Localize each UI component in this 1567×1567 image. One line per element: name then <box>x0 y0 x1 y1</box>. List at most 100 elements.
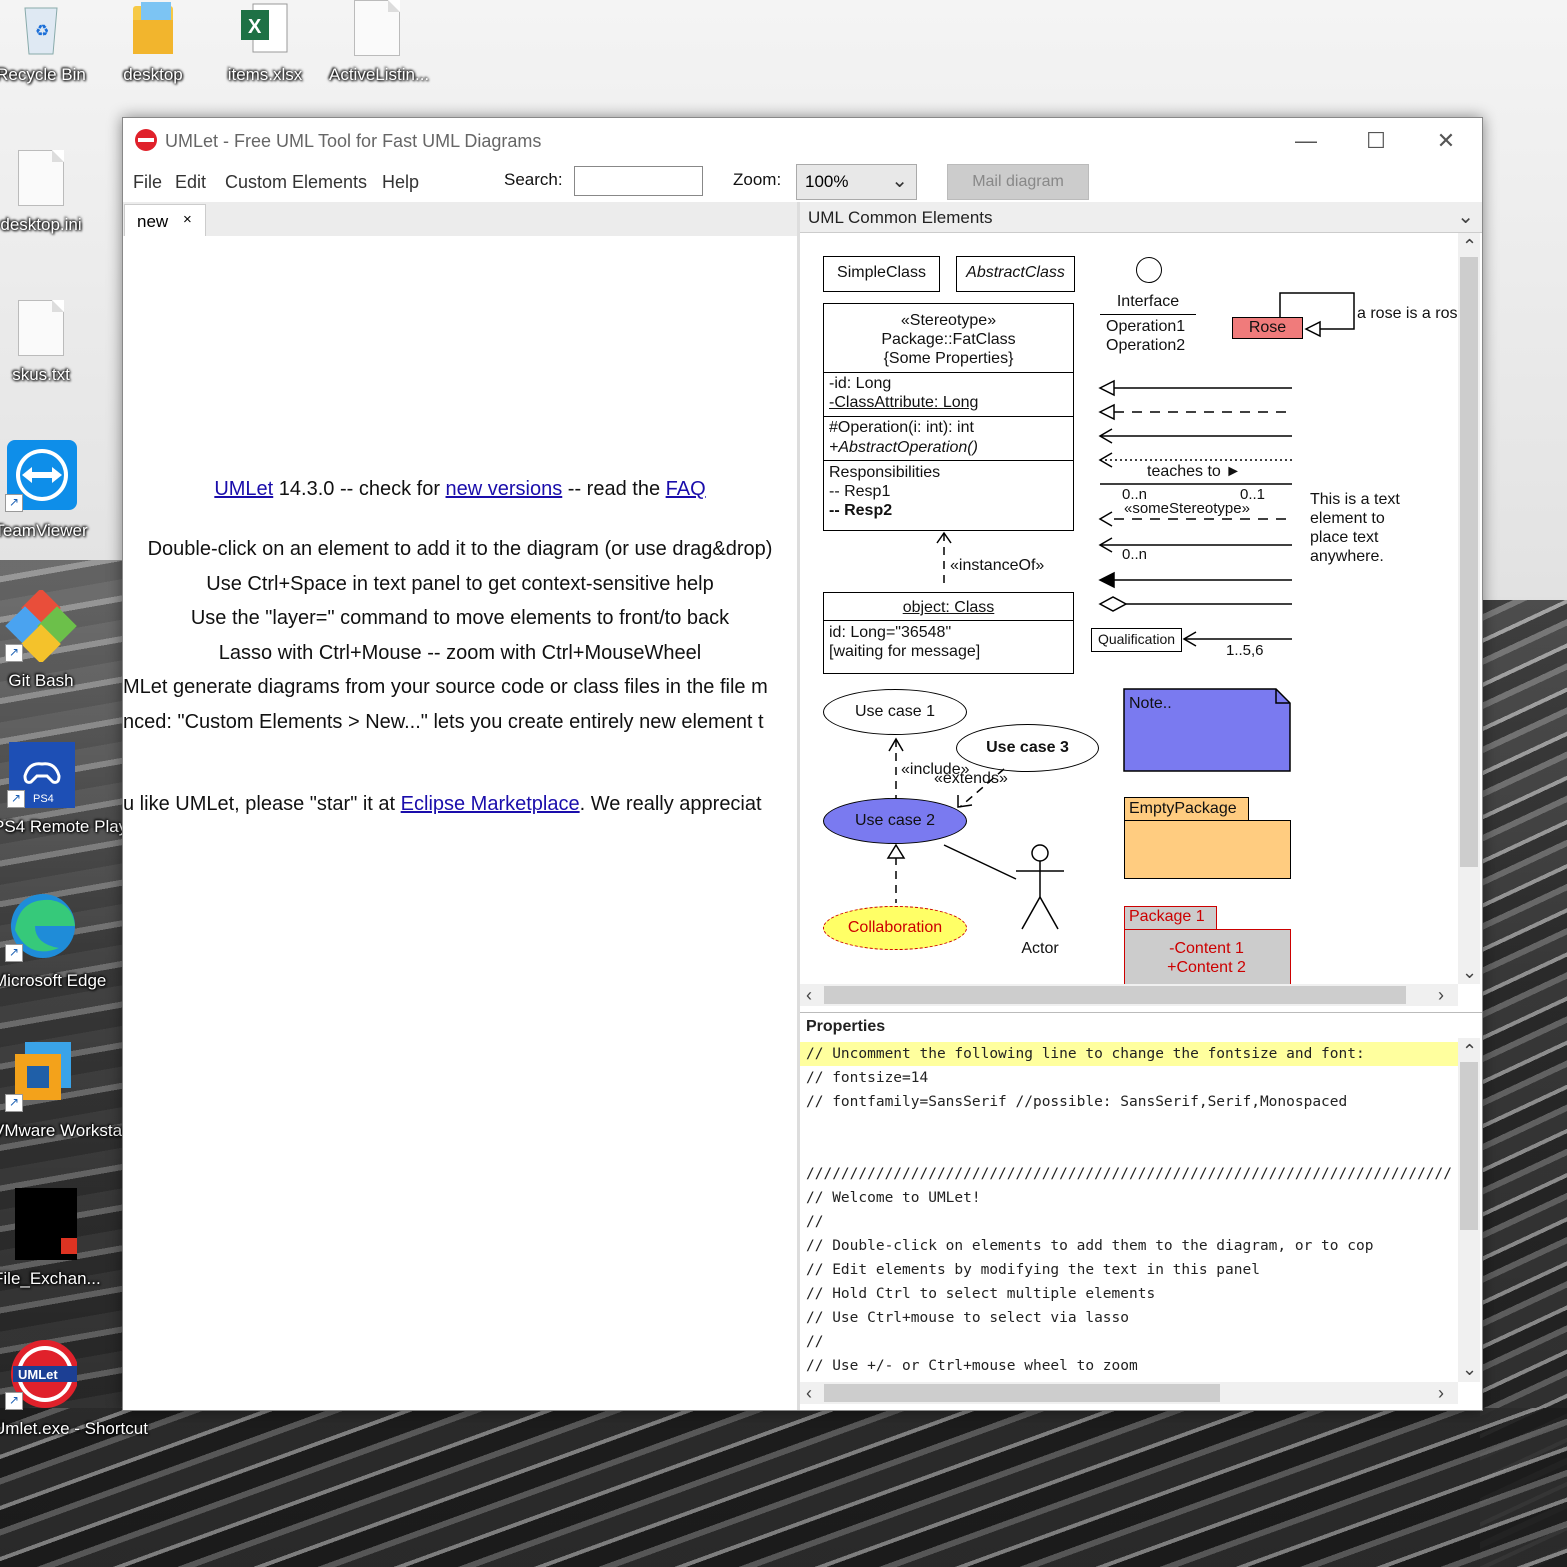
help-line-4: Lasso with Ctrl+Mouse -- zoom with Ctrl+… <box>218 642 702 664</box>
properties-line: // Uncomment the following line to chang… <box>800 1042 1458 1066</box>
desktop-icon-file-exchange[interactable]: File_Exchan... <box>0 1188 101 1291</box>
fat-class-responsibilities: Responsibilities <box>829 464 941 481</box>
text-file-icon <box>15 300 67 356</box>
properties-text-panel[interactable]: // Uncomment the following line to chang… <box>800 1038 1458 1382</box>
properties-vertical-scrollbar[interactable]: ⌃ ⌄ <box>1458 1038 1480 1382</box>
palette-vertical-scrollbar[interactable]: ⌃ ⌄ <box>1458 233 1480 984</box>
desktop-icon-microsoft-edge[interactable]: ↗ Microsoft Edge <box>0 890 106 993</box>
scroll-down-icon[interactable]: ⌄ <box>1462 1360 1477 1378</box>
scroll-right-icon[interactable]: › <box>1438 986 1444 1004</box>
desktop-icon-recycle-bin[interactable]: ♻ Recycle Bin <box>0 0 89 87</box>
menu-edit[interactable]: Edit <box>175 172 206 193</box>
package-1-label: Package 1 <box>1129 908 1205 925</box>
scroll-up-icon[interactable]: ⌃ <box>1462 237 1477 255</box>
eclipse-marketplace-link[interactable]: Eclipse Marketplace <box>401 793 580 815</box>
palette-hscroll-thumb[interactable] <box>824 986 1406 1004</box>
palette-title: UML Common Elements <box>808 208 993 227</box>
shortcut-arrow-icon: ↗ <box>5 1392 23 1410</box>
use-case-1-element[interactable]: Use case 1 <box>823 689 967 735</box>
excel-icon: X <box>239 0 291 56</box>
desktop-icon-desktop-folder[interactable]: desktop <box>105 0 201 87</box>
properties-line: // Use +/- or Ctrl+mouse wheel to zoom <box>806 1358 1138 1374</box>
umlet-icon: UMLet ↗ <box>5 1338 79 1410</box>
close-icon[interactable]: ✕ <box>1423 126 1469 156</box>
properties-hscroll-thumb[interactable] <box>824 1384 1220 1402</box>
instance-of-label: «instanceOf» <box>950 557 1045 574</box>
minimize-icon[interactable]: — <box>1283 126 1329 156</box>
zoom-select[interactable]: 100% ⌄ <box>796 164 917 200</box>
use-case-2-element[interactable]: Use case 2 <box>823 798 967 844</box>
teamviewer-icon: ↗ <box>5 440 77 512</box>
properties-header: Properties <box>800 1012 1482 1039</box>
properties-line: // Use Ctrl+mouse to select via lasso <box>806 1310 1130 1326</box>
svg-text:X: X <box>248 16 262 38</box>
faq-link[interactable]: FAQ <box>666 478 706 500</box>
desktop-icon-vmware[interactable]: ↗ VMware Workstati... <box>0 1040 145 1143</box>
rose-text: a rose is a ros <box>1357 305 1458 322</box>
tab-new[interactable]: new × <box>124 204 206 239</box>
settings-file-icon <box>15 150 67 206</box>
palette-scroll-thumb[interactable] <box>1460 257 1478 867</box>
shortcut-arrow-icon: ↗ <box>5 944 23 962</box>
palette-horizontal-scrollbar[interactable]: ‹ › <box>800 984 1458 1006</box>
folder-icon <box>127 0 179 56</box>
mail-diagram-button[interactable]: Mail diagram <box>947 164 1089 200</box>
maximize-icon[interactable]: ☐ <box>1353 126 1399 156</box>
desktop-icon-umlet-shortcut[interactable]: UMLet ↗ Umlet.exe - Shortcut <box>0 1338 148 1441</box>
scroll-up-icon[interactable]: ⌃ <box>1462 1042 1477 1060</box>
umlet-link[interactable]: UMLet <box>214 478 273 500</box>
fat-class-stereotype: «Stereotype» <box>900 312 997 329</box>
tab-close-icon[interactable]: × <box>183 211 192 228</box>
desktop-icon-activelistin[interactable]: ActiveListin... <box>329 0 429 87</box>
title-bar[interactable]: UMLet - Free UML Tool for Fast UML Diagr… <box>123 118 1482 164</box>
scroll-left-icon[interactable]: ‹ <box>806 986 812 1004</box>
properties-scroll-thumb[interactable] <box>1460 1062 1478 1230</box>
fat-class-element[interactable]: «Stereotype» Package::FatClass {Some Pro… <box>823 303 1074 531</box>
recycle-bin-icon: ♻ <box>15 0 67 56</box>
desktop-icon-items-xlsx[interactable]: X items.xlsx <box>217 0 313 87</box>
menu-help[interactable]: Help <box>382 172 419 193</box>
properties-line: ////////////////////////////////////////… <box>806 1166 1453 1182</box>
interface-name: Interface <box>1116 293 1180 310</box>
star-line: u like UMLet, please "star" it at Eclips… <box>123 793 762 815</box>
actor-icon <box>1016 844 1064 930</box>
interface-operation-2: Operation2 <box>1106 337 1186 354</box>
help-line-3: Use the "layer=" command to move element… <box>190 607 730 629</box>
properties-line: // Welcome to UMLet! <box>806 1190 981 1206</box>
palette-header[interactable]: UML Common Elements ⌄ <box>800 202 1482 233</box>
object-element[interactable]: object: Class id: Long="36548" [waiting … <box>823 592 1074 674</box>
properties-horizontal-scrollbar[interactable]: ‹ › <box>800 1382 1458 1404</box>
fat-class-name: Package::FatClass <box>881 331 1016 348</box>
search-input[interactable] <box>574 166 703 196</box>
menu-custom-elements[interactable]: Custom Elements <box>225 172 367 193</box>
scroll-right-icon[interactable]: › <box>1438 1384 1444 1402</box>
zoom-value: 100% <box>805 172 849 191</box>
new-versions-link[interactable]: new versions <box>446 478 563 500</box>
document-icon <box>351 0 403 56</box>
qualification-box: Qualification <box>1091 628 1182 652</box>
palette-panel[interactable]: SimpleClass AbstractClass Interface Oper… <box>800 233 1458 984</box>
desktop-icon-git-bash[interactable]: ↗ Git Bash <box>0 588 89 693</box>
simple-class-element[interactable]: SimpleClass <box>823 256 940 292</box>
scroll-down-icon[interactable]: ⌄ <box>1462 963 1477 981</box>
desktop-icon-desktop-ini[interactable]: desktop.ini <box>0 150 89 237</box>
vmware-icon: ↗ <box>5 1040 77 1112</box>
shortcut-arrow-icon: ↗ <box>5 1094 23 1112</box>
fat-class-attr-1: -id: Long <box>829 375 892 392</box>
empty-package-label: EmptyPackage <box>1129 800 1237 817</box>
desktop-icon-teamviewer[interactable]: ↗ TeamViewer <box>0 440 89 543</box>
abstract-class-element[interactable]: AbstractClass <box>956 256 1075 292</box>
right-panel: UML Common Elements ⌄ SimpleClass Abstra… <box>800 202 1482 1410</box>
desktop-icon-ps4-remote-play[interactable]: PS4 ↗ PS4 Remote Play <box>0 742 127 839</box>
collaboration-element[interactable]: Collaboration <box>823 906 967 950</box>
properties-line: // fontfamily=SansSerif //possible: Sans… <box>806 1094 1348 1110</box>
ps4-icon: PS4 ↗ <box>7 742 75 808</box>
desktop-icon-skus-txt[interactable]: skus.txt <box>0 300 89 387</box>
menu-file[interactable]: File <box>133 172 162 193</box>
zoom-label: Zoom: <box>733 170 782 189</box>
diagram-canvas[interactable]: UMLet 14.3.0 -- check for new versions -… <box>123 236 797 1410</box>
help-line-5: MLet generate diagrams from your source … <box>123 676 768 698</box>
realization-arrow <box>886 843 1017 903</box>
scroll-left-icon[interactable]: ‹ <box>806 1384 812 1402</box>
edge-icon: ↗ <box>5 890 77 962</box>
